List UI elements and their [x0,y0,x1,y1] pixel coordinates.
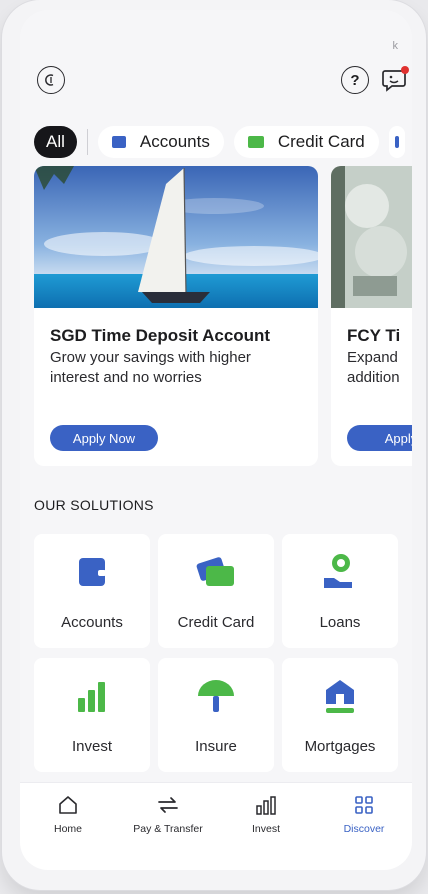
chip-more-icon [394,136,399,148]
help-button[interactable]: ? [341,66,369,94]
solution-label: Accounts [61,614,123,631]
chat-button[interactable] [382,65,409,92]
nav-invest[interactable]: Invest [218,793,314,835]
nav-label: Pay & Transfer [133,823,203,835]
solutions-title: OUR SOLUTIONS [34,497,154,513]
solution-label: Loans [319,614,361,631]
chip-credit-card-label: Credit Card [277,132,365,151]
app-screen: k ? All Accounts Credit Card SGD Time De… [20,10,412,870]
nav-pay-transfer[interactable]: Pay & Transfer [120,793,216,835]
card-icon [247,136,264,148]
credit-card-icon [196,557,234,586]
chip-all[interactable]: All [34,126,77,158]
promo-title: SGD Time Deposit Account [50,326,271,345]
bottom-nav: Home Pay & Transfer Invest Discover [20,782,412,870]
solution-accounts[interactable]: Accounts [34,534,150,648]
filter-chip-bar: All Accounts Credit Card [34,126,405,158]
back-circle-icon [45,74,54,86]
wallet-icon [79,558,106,586]
chip-credit-card[interactable]: Credit Card [233,126,379,158]
help-icon: ? [350,71,360,89]
promo-image-sailboat [34,166,318,308]
chip-divider [86,129,88,155]
chip-accounts-label: Accounts [139,132,210,151]
chip-accounts[interactable]: Accounts [97,126,224,158]
house-icon [326,680,354,713]
nav-label: Invest [251,823,280,835]
discover-grid-icon [355,796,373,814]
solution-credit-card[interactable]: Credit Card [158,534,274,648]
nav-home[interactable]: Home [20,793,116,835]
chip-more[interactable] [388,126,405,158]
apply-button[interactable]: Apply [347,425,412,451]
invest-chart-icon [78,682,105,712]
promo-card-fcy[interactable]: FCY Ti Expand addition Apply [331,166,412,466]
promo-card-time-deposit[interactable]: SGD Time Deposit Account Grow your savin… [34,166,318,466]
promo-subtitle: Expand addition [347,349,400,386]
promo-subtitle: Grow your savings with higher interest a… [50,349,251,386]
nav-discover[interactable]: Discover [316,793,412,835]
transfer-icon [158,797,178,813]
solution-label: Invest [71,738,113,755]
promo-image-fcy [331,166,412,308]
wallet-icon [111,136,126,148]
status-indicator: k [392,40,399,52]
solution-insure[interactable]: Insure [158,658,274,772]
solution-mortgages[interactable]: Mortgages [282,658,398,772]
loans-icon [324,554,352,588]
phone-frame: k ? All Accounts Credit Card SGD Time De… [2,0,426,890]
chip-all-label: All [46,132,65,151]
umbrella-icon [198,680,234,712]
solution-invest[interactable]: Invest [34,658,150,772]
nav-label: Home [53,823,82,835]
nav-label: Discover [343,823,385,835]
invest-nav-icon [256,796,276,815]
back-button[interactable] [37,66,65,94]
chat-notification-icon [382,66,409,92]
solution-label: Insure [195,738,237,755]
promo-title: FCY Ti [347,326,401,345]
solution-label: Credit Card [177,614,255,631]
apply-now-button[interactable]: Apply Now [50,425,158,451]
home-icon [59,796,77,814]
solution-loans[interactable]: Loans [282,534,398,648]
solution-label: Mortgages [304,738,376,755]
